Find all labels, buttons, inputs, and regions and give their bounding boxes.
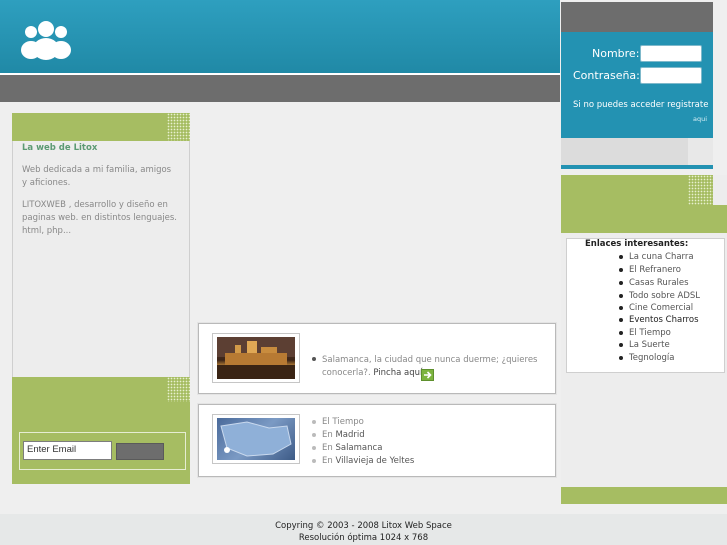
site-title: La web de Litox xyxy=(22,143,98,153)
link-bullet xyxy=(619,294,623,298)
resolution-text: Resolución óptima 1024 x 768 xyxy=(298,533,429,543)
link-item[interactable]: Eventos Charros xyxy=(629,315,699,325)
login-footer-strip-right xyxy=(688,138,713,165)
left-sidebar-header xyxy=(12,113,167,141)
site-description: Web dedicada a mi familia, amigos y afic… xyxy=(22,165,172,188)
link-item[interactable]: Todo sobre ADSL xyxy=(629,291,700,301)
weather-bullet xyxy=(312,459,316,463)
salamanca-bullet xyxy=(312,357,316,361)
register-link[interactable]: Si no puedes acceder registrate xyxy=(573,100,713,110)
link-item[interactable]: La Suerte xyxy=(629,340,670,350)
copyright-text: Copyring © 2003 - 2008 Litox Web Space xyxy=(275,521,452,531)
password-field[interactable] xyxy=(640,67,702,84)
weather-city[interactable]: Villavieja de Yeltes xyxy=(335,456,414,466)
site-description-2: LITOXWEB , desarrollo y diseño en pagina… xyxy=(22,200,178,236)
link-bullet xyxy=(619,306,623,310)
weather-item-salamanca[interactable]: En Salamanca xyxy=(322,443,382,453)
login-submit-link[interactable]: aqui xyxy=(693,115,707,123)
weather-item-villavieja[interactable]: En Villavieja de Yeltes xyxy=(322,456,414,466)
link-item[interactable]: El Tiempo xyxy=(629,328,671,338)
newsletter-panel-pattern xyxy=(167,377,190,402)
weather-city[interactable]: Madrid xyxy=(335,430,364,440)
salamanca-link[interactable]: Pincha aquí xyxy=(373,368,422,378)
salamanca-teaser: Salamanca, la ciudad que nunca duerme; ¿… xyxy=(322,354,548,380)
subscribe-button[interactable] xyxy=(116,443,164,460)
header-banner xyxy=(0,0,560,73)
login-footer-strip xyxy=(561,138,688,165)
username-label: Nombre: xyxy=(592,47,640,60)
weather-city[interactable]: Salamanca xyxy=(335,443,382,453)
link-item[interactable]: El Refranero xyxy=(629,265,681,275)
right-sidebar-header xyxy=(561,175,688,205)
link-bullet xyxy=(619,356,623,360)
left-sidebar-header-pattern xyxy=(167,113,190,141)
link-bullet xyxy=(619,318,623,322)
weather-prefix: En xyxy=(322,456,336,466)
right-sidebar-footer xyxy=(561,487,727,504)
link-bullet xyxy=(619,281,623,285)
salamanca-thumbnail[interactable] xyxy=(217,337,295,379)
link-bullet xyxy=(619,331,623,335)
links-title: Enlaces interesantes: xyxy=(585,239,689,249)
link-item[interactable]: Cine Comercial xyxy=(629,303,693,313)
link-bullet xyxy=(619,268,623,272)
weather-prefix: En xyxy=(322,443,336,453)
weather-bullet xyxy=(312,420,316,424)
username-field[interactable] xyxy=(640,45,702,62)
weather-title: El Tiempo xyxy=(322,417,364,427)
login-bottom-bar xyxy=(561,165,713,169)
weather-map-thumbnail[interactable] xyxy=(217,418,295,460)
link-item[interactable]: La cuna Charra xyxy=(629,252,694,262)
right-sidebar-header-lower xyxy=(561,205,727,233)
weather-item-madrid[interactable]: En Madrid xyxy=(322,430,365,440)
email-field[interactable]: Enter Email xyxy=(23,441,112,460)
weather-prefix: En xyxy=(322,430,336,440)
link-item[interactable]: Casas Rurales xyxy=(629,278,689,288)
login-header xyxy=(561,2,713,32)
link-bullet xyxy=(619,343,623,347)
nav-bar xyxy=(0,75,560,102)
users-group-icon[interactable] xyxy=(20,19,72,61)
link-bullet xyxy=(619,255,623,259)
password-label: Contraseña: xyxy=(573,69,640,82)
weather-bullet xyxy=(312,446,316,450)
arrow-right-icon[interactable] xyxy=(421,369,434,381)
right-sidebar-header-pattern xyxy=(688,175,713,205)
weather-bullet xyxy=(312,433,316,437)
link-item[interactable]: Tegnología xyxy=(629,353,675,363)
